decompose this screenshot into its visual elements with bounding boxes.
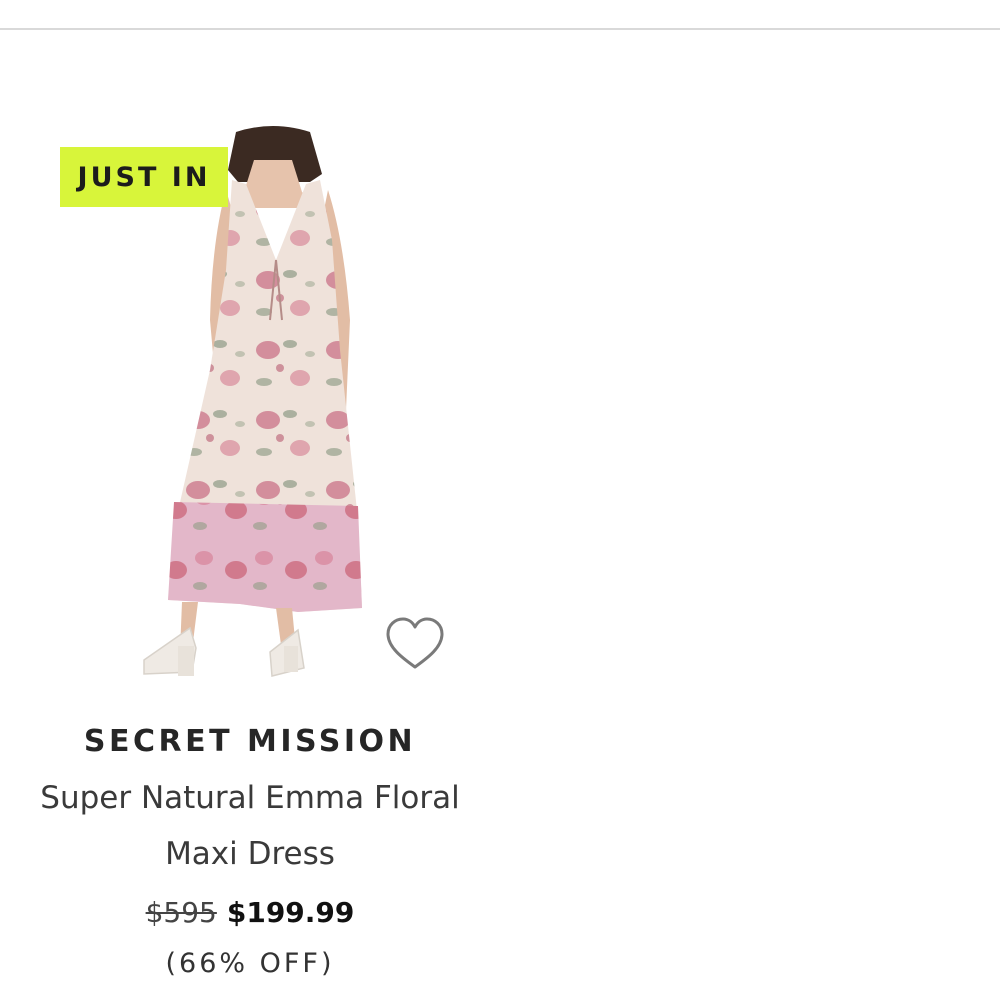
discount-label: (66% OFF)	[165, 948, 335, 979]
product-brand[interactable]: SECRET MISSION	[40, 724, 460, 759]
original-price: $595	[145, 896, 217, 929]
just-in-badge: JUST IN	[60, 147, 228, 207]
sale-price: $199.99	[226, 896, 355, 929]
product-name[interactable]: Super Natural Emma Floral Maxi Dress	[40, 770, 460, 882]
product-card[interactable]: JUST IN SECRET MISSION Super Natural Emm…	[40, 120, 460, 990]
price-row: $595 $199.99	[40, 896, 460, 929]
top-divider	[0, 28, 1000, 30]
heart-outline-icon[interactable]	[384, 615, 446, 673]
